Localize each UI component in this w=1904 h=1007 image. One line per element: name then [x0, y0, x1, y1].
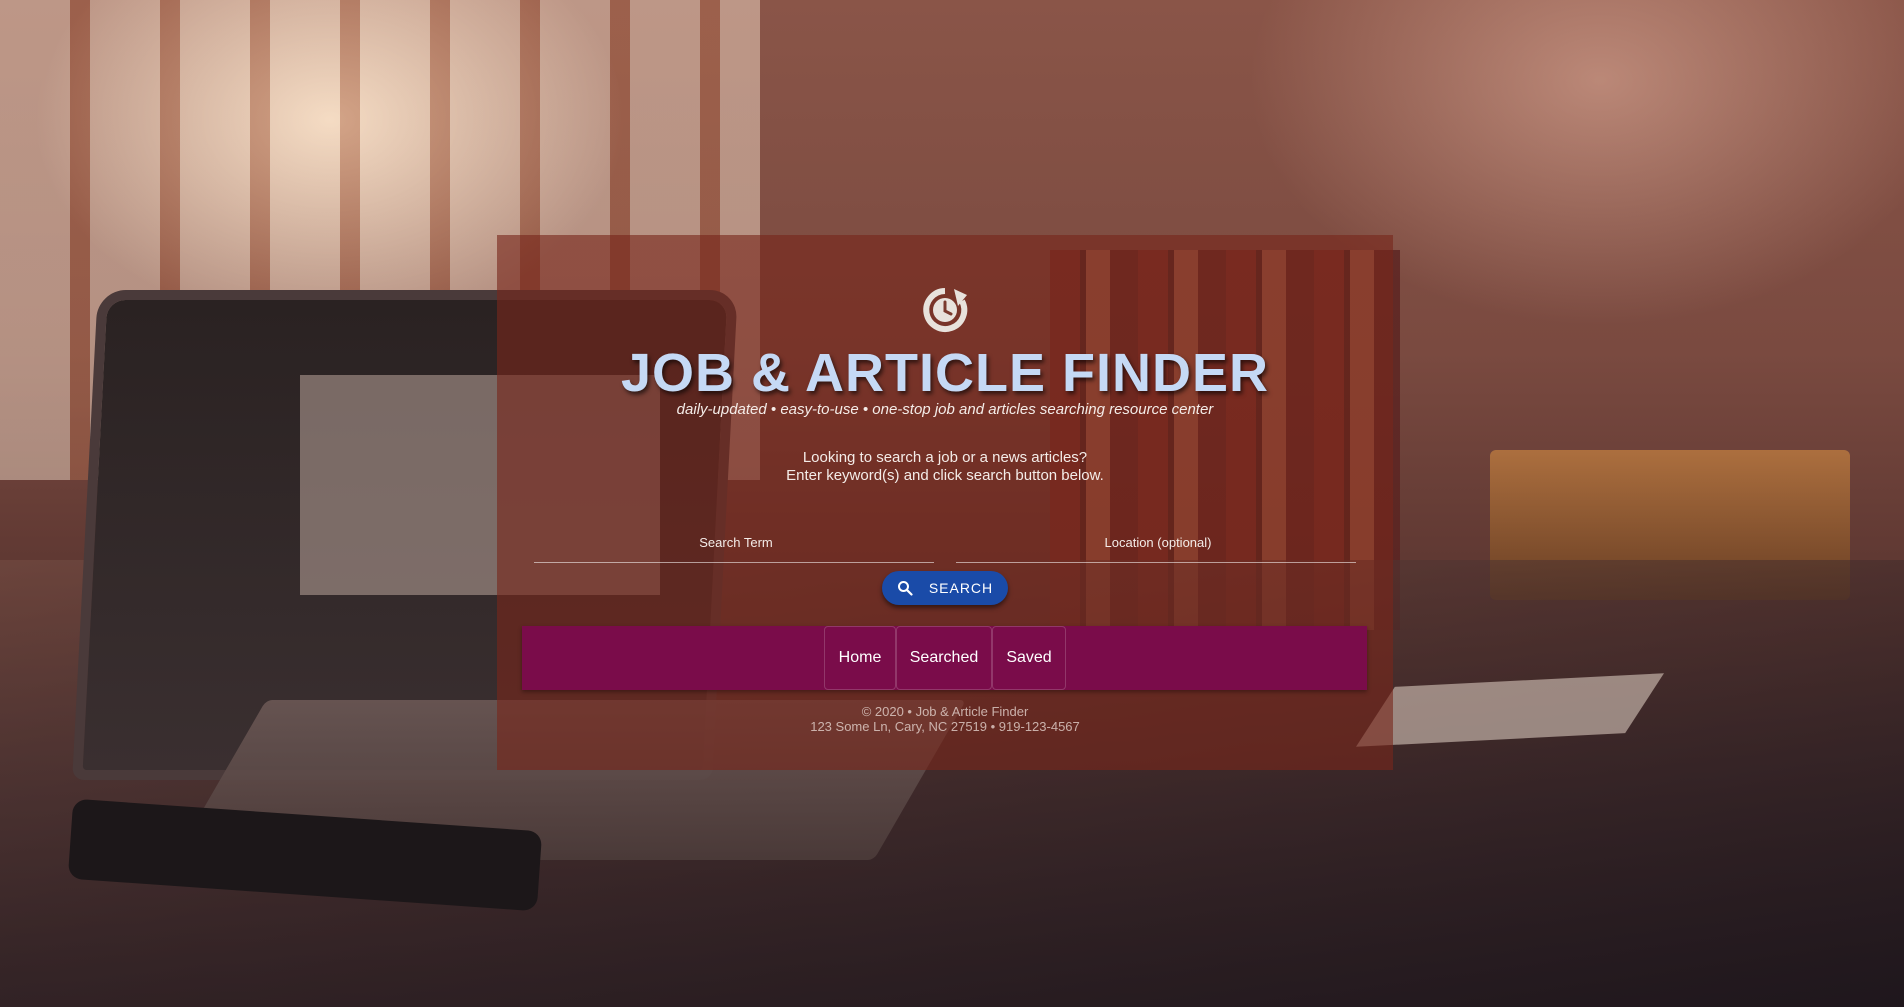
nav-items: Home Searched Saved: [824, 626, 1066, 690]
footer-address: 123 Some Ln, Cary, NC 27519 • 919-123-45…: [810, 719, 1080, 734]
intro-text: Looking to search a job or a news articl…: [497, 449, 1393, 485]
nav-item-saved[interactable]: Saved: [992, 626, 1066, 690]
tagline: daily-updated • easy-to-use • one-stop j…: [676, 401, 1214, 418]
clock-refresh-icon: [923, 288, 968, 332]
location-input[interactable]: [956, 530, 1360, 554]
nav-item-home[interactable]: Home: [824, 626, 896, 690]
nav-item-label: Home: [838, 649, 882, 666]
search-term-field: [534, 530, 938, 563]
nav-item-label: Searched: [909, 649, 979, 666]
search-button[interactable]: SEARCH: [882, 571, 1008, 605]
search-term-input[interactable]: [534, 530, 938, 554]
search-icon: [897, 581, 913, 596]
nav-item-searched[interactable]: Searched: [896, 626, 992, 690]
intro-line-1: Looking to search a job or a news articl…: [802, 449, 1088, 466]
nav-item-label: Saved: [1006, 649, 1052, 666]
footer: © 2020 • Job & Article Finder 123 Some L…: [497, 704, 1393, 734]
location-field: [956, 530, 1360, 563]
footer-copyright: © 2020 • Job & Article Finder: [861, 704, 1029, 719]
intro-line-2: Enter keyword(s) and click search button…: [786, 467, 1104, 484]
page-title: JOB & ARTICLE FINDER: [620, 343, 1269, 403]
search-button-label: SEARCH: [928, 580, 994, 596]
